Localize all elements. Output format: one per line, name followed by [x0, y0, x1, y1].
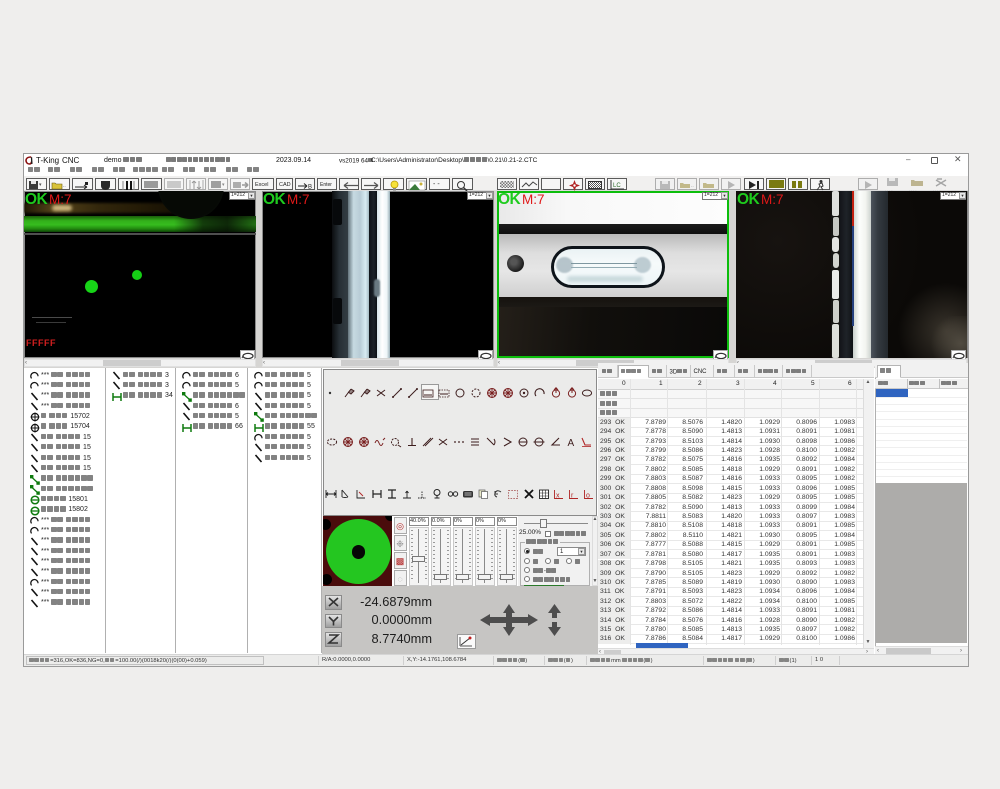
- svg-text:o: o: [586, 493, 590, 500]
- svg-text:B: B: [308, 184, 312, 190]
- svg-text:LC: LC: [613, 183, 621, 189]
- svg-text:x: x: [556, 493, 560, 500]
- svg-text:A: A: [567, 438, 574, 449]
